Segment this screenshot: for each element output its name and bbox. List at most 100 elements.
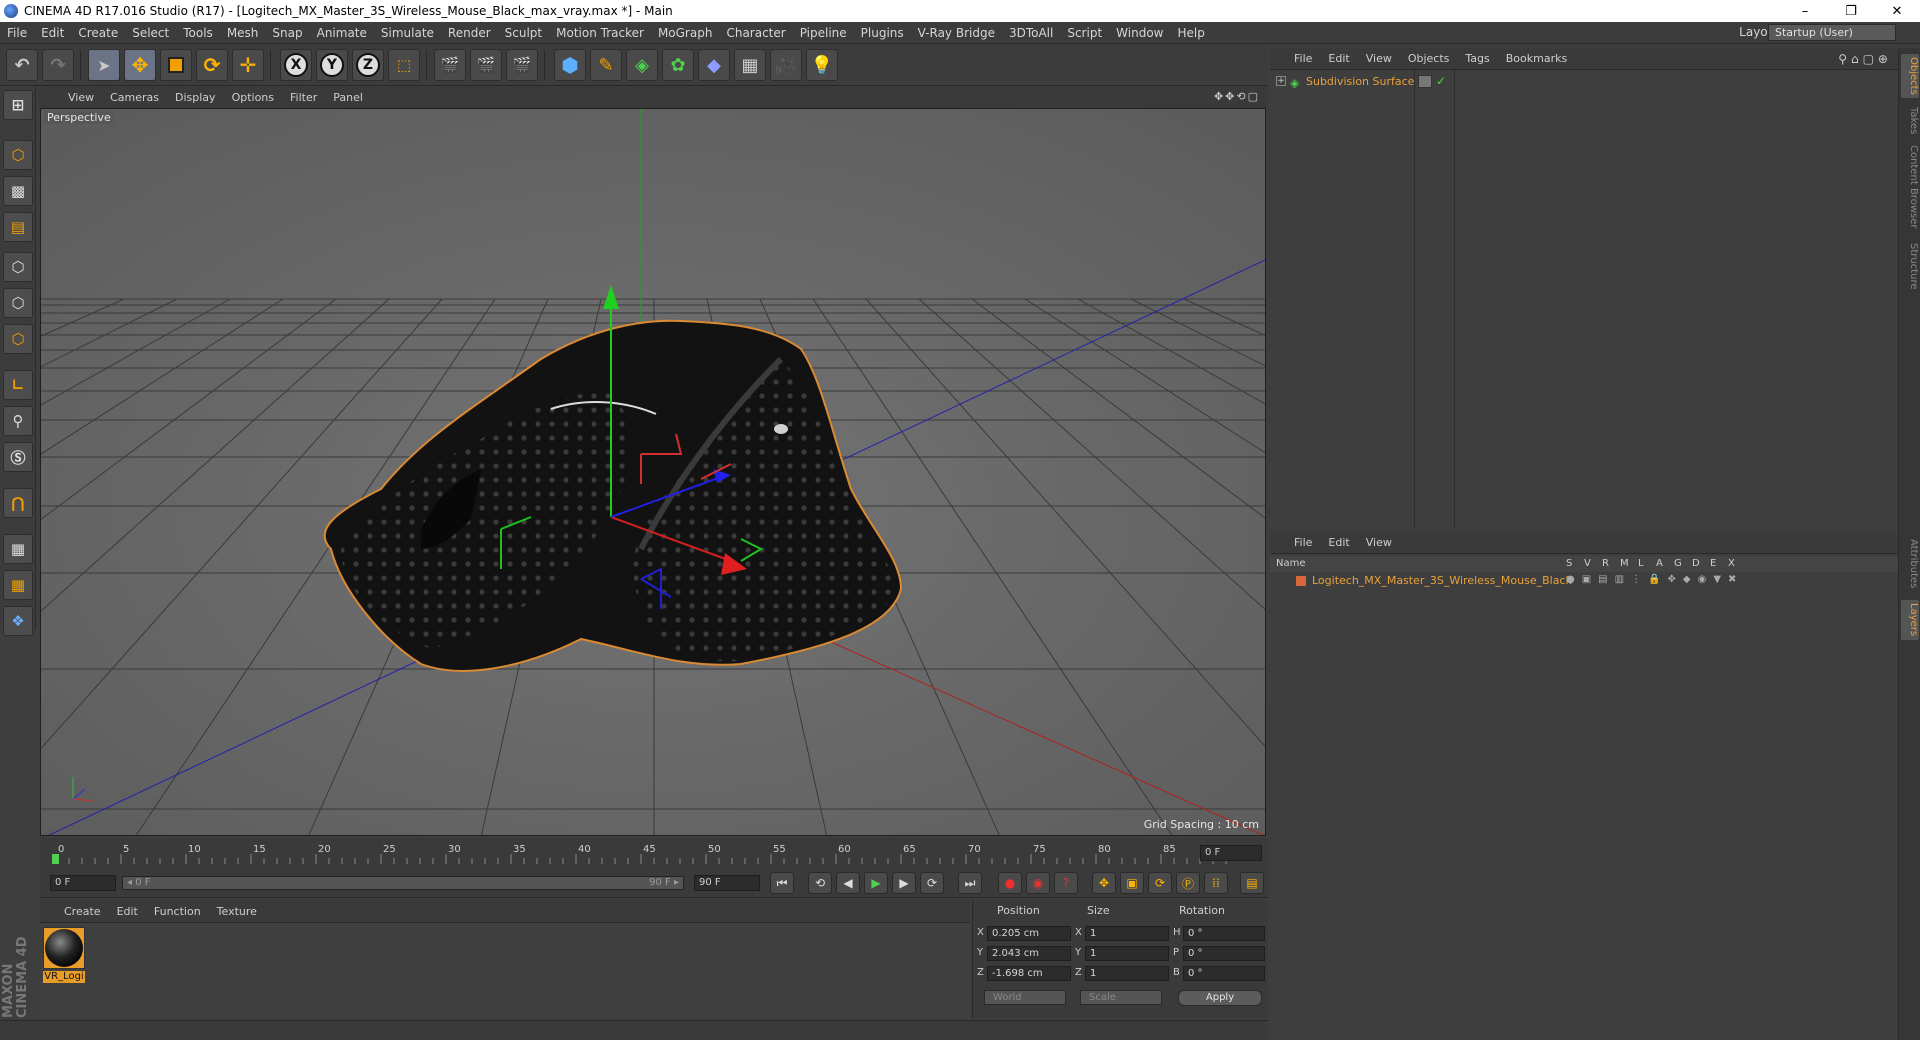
viewport-navigation-icons[interactable]: ✥✥⟲▢ bbox=[1214, 90, 1260, 103]
snapping-icon[interactable]: Ⓢ bbox=[3, 442, 33, 472]
object-row-subdivision-surface[interactable]: + ◈ Subdivision Surface ✓ bbox=[1270, 74, 1898, 90]
rotate-icon[interactable]: ⟳ bbox=[196, 49, 228, 81]
menu-create[interactable]: Create bbox=[71, 26, 125, 40]
menu-animate[interactable]: Animate bbox=[310, 26, 374, 40]
layer-flag-icons[interactable]: ●▣▤▥⋮🔒✥◆◉▼✖ bbox=[1566, 574, 1743, 585]
goto-previous-frame-icon[interactable]: ◀ bbox=[836, 872, 860, 894]
coordinate-space-select[interactable]: World bbox=[984, 990, 1066, 1005]
key-position-icon[interactable]: ✥ bbox=[1092, 872, 1116, 894]
model-mode-icon[interactable]: ⬡ bbox=[3, 140, 33, 170]
key-rotation-icon[interactable]: ⟳ bbox=[1148, 872, 1172, 894]
objects-menu-bookmarks[interactable]: Bookmarks bbox=[1498, 52, 1575, 65]
y-axis-lock-icon[interactable]: Y bbox=[316, 49, 348, 81]
texture-mode-icon[interactable]: ▩ bbox=[3, 176, 33, 206]
render-picture-viewer-icon[interactable]: 🎬 bbox=[470, 49, 502, 81]
menu-mograph[interactable]: MoGraph bbox=[651, 26, 720, 40]
objects-menu-objects[interactable]: Objects bbox=[1400, 52, 1458, 65]
rotation-b-field[interactable]: 0 ° bbox=[1183, 966, 1265, 981]
enabled-check-icon[interactable]: ✓ bbox=[1436, 74, 1446, 88]
tab-takes[interactable]: Takes bbox=[1901, 104, 1919, 138]
size-x-field[interactable]: 1 bbox=[1085, 926, 1169, 941]
tab-layers[interactable]: Layers bbox=[1901, 600, 1919, 640]
material-menu-function[interactable]: Function bbox=[146, 905, 209, 918]
expand-toggle-icon[interactable]: + bbox=[1276, 76, 1286, 86]
position-y-field[interactable]: 2.043 cm bbox=[987, 946, 1071, 961]
x-axis-lock-icon[interactable]: X bbox=[280, 49, 312, 81]
restore-button[interactable]: ❐ bbox=[1828, 0, 1874, 22]
select-cursor-icon[interactable]: ➤ bbox=[88, 49, 120, 81]
menu-3dtoall[interactable]: 3DToAll bbox=[1002, 26, 1060, 40]
current-frame-field[interactable]: 0 F bbox=[1200, 845, 1262, 861]
tab-structure[interactable]: Structure bbox=[1901, 238, 1919, 294]
material-manager[interactable]: VR_Logi bbox=[40, 922, 970, 1018]
camera-icon[interactable]: 🎥 bbox=[770, 49, 802, 81]
deformer-icon[interactable]: ◆ bbox=[698, 49, 730, 81]
move-icon[interactable]: ✥ bbox=[124, 49, 156, 81]
layer-color-swatch[interactable] bbox=[1296, 576, 1306, 586]
minimize-button[interactable]: – bbox=[1782, 0, 1828, 22]
undo-icon[interactable]: ↶ bbox=[6, 49, 38, 81]
size-mode-select[interactable]: Scale bbox=[1080, 990, 1162, 1005]
tab-content-browser[interactable]: Content Browser bbox=[1901, 144, 1919, 230]
tweak-mode-icon[interactable]: ⚲ bbox=[3, 406, 33, 436]
viewport-menu-view[interactable]: View bbox=[60, 91, 102, 104]
menu-script[interactable]: Script bbox=[1060, 26, 1109, 40]
edit-tag-icon[interactable] bbox=[1418, 75, 1432, 88]
mograph-cloner-icon[interactable]: ✿ bbox=[662, 49, 694, 81]
menu-pipeline[interactable]: Pipeline bbox=[793, 26, 854, 40]
autokey-icon[interactable]: ◉ bbox=[1026, 872, 1050, 894]
viewport-menu-filter[interactable]: Filter bbox=[282, 91, 325, 104]
last-tool-icon[interactable]: ✛ bbox=[232, 49, 264, 81]
rotation-p-field[interactable]: 0 ° bbox=[1183, 946, 1265, 961]
menu-plugins[interactable]: Plugins bbox=[854, 26, 911, 40]
menu-file[interactable]: File bbox=[0, 26, 34, 40]
play-icon[interactable]: ▶ bbox=[864, 872, 888, 894]
layer-name[interactable]: Logitech_MX_Master_3S_Wireless_Mouse_Bla… bbox=[1312, 574, 1572, 587]
object-name[interactable]: Subdivision Surface bbox=[1306, 75, 1414, 88]
goto-end-icon[interactable]: ⏭ bbox=[958, 872, 982, 894]
menu-help[interactable]: Help bbox=[1170, 26, 1211, 40]
layers-menu-edit[interactable]: Edit bbox=[1320, 536, 1357, 549]
material-thumbnail[interactable] bbox=[43, 927, 85, 969]
points-mode-icon[interactable]: ⬡ bbox=[3, 252, 33, 282]
material-menu-edit[interactable]: Edit bbox=[109, 905, 146, 918]
menu-select[interactable]: Select bbox=[125, 26, 176, 40]
menu-edit[interactable]: Edit bbox=[34, 26, 71, 40]
key-point-level-icon[interactable]: ⁞⁞ bbox=[1204, 872, 1228, 894]
menu-snap[interactable]: Snap bbox=[265, 26, 309, 40]
viewport-menu-panel[interactable]: Panel bbox=[325, 91, 371, 104]
menu-render[interactable]: Render bbox=[441, 26, 498, 40]
menu-character[interactable]: Character bbox=[719, 26, 792, 40]
axis-mode-icon[interactable]: ∟ bbox=[3, 370, 33, 400]
start-frame-field[interactable]: 0 F bbox=[50, 875, 116, 891]
material-menu-texture[interactable]: Texture bbox=[209, 905, 265, 918]
viewport-menu-display[interactable]: Display bbox=[167, 91, 224, 104]
tab-attributes[interactable]: Attributes bbox=[1901, 534, 1919, 594]
object-manager[interactable]: + ◈ Subdivision Surface ✓ bbox=[1270, 70, 1898, 528]
objects-menu-view[interactable]: View bbox=[1358, 52, 1400, 65]
viewport-menu-options[interactable]: Options bbox=[224, 91, 282, 104]
edges-mode-icon[interactable]: ⬡ bbox=[3, 288, 33, 318]
timeline[interactable]: 051015202530354045505560657075808590 0 F bbox=[40, 838, 1268, 868]
objects-menu-edit[interactable]: Edit bbox=[1320, 52, 1357, 65]
end-frame-field[interactable]: 90 F bbox=[694, 875, 760, 891]
subdivision-surface-icon[interactable]: ◈ bbox=[626, 49, 658, 81]
size-y-field[interactable]: 1 bbox=[1085, 946, 1169, 961]
goto-next-frame-icon[interactable]: ▶ bbox=[892, 872, 916, 894]
menu-vray-bridge[interactable]: V-Ray Bridge bbox=[911, 26, 1002, 40]
preview-range-slider[interactable]: ◂ 0 F 90 F ▸ bbox=[122, 876, 684, 890]
objects-menu-file[interactable]: File bbox=[1286, 52, 1320, 65]
layout-select[interactable]: Startup (User) bbox=[1768, 24, 1896, 41]
close-button[interactable]: ✕ bbox=[1874, 0, 1920, 22]
make-editable-icon[interactable]: ⊞ bbox=[3, 90, 33, 120]
timeline-ruler[interactable]: 051015202530354045505560657075808590 bbox=[52, 842, 1232, 864]
tab-objects[interactable]: Objects bbox=[1901, 54, 1919, 98]
spline-pen-icon[interactable]: ✎ bbox=[590, 49, 622, 81]
locked-workplane-icon[interactable]: ▦ bbox=[3, 534, 33, 564]
menu-sculpt[interactable]: Sculpt bbox=[498, 26, 549, 40]
menu-window[interactable]: Window bbox=[1109, 26, 1170, 40]
object-manager-search-home-icons[interactable]: ⚲⌂▢⊕ bbox=[1838, 52, 1892, 66]
apply-button[interactable]: Apply bbox=[1178, 990, 1262, 1006]
workplane-icon[interactable]: ▤ bbox=[3, 212, 33, 242]
position-x-field[interactable]: 0.205 cm bbox=[987, 926, 1071, 941]
